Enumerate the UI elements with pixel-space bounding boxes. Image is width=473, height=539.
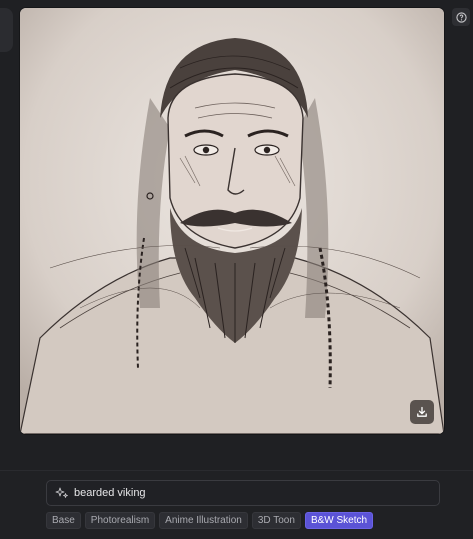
viking-sketch-image [20, 8, 444, 434]
style-chip-anime-illustration[interactable]: Anime Illustration [159, 512, 248, 529]
style-chips: Base Photorealism Anime Illustration 3D … [46, 512, 374, 529]
prompt-input[interactable] [74, 487, 414, 499]
style-chip-base[interactable]: Base [46, 512, 81, 529]
app-window: Base Photorealism Anime Illustration 3D … [0, 0, 473, 539]
help-icon [455, 11, 467, 23]
style-chip-photorealism[interactable]: Photorealism [84, 512, 156, 529]
sparkle-icon [55, 487, 68, 498]
style-chip-bw-sketch[interactable]: B&W Sketch [304, 512, 374, 529]
generated-image[interactable] [20, 8, 444, 434]
side-panel-tab[interactable] [0, 8, 13, 52]
download-button[interactable] [410, 400, 434, 424]
download-icon [417, 406, 427, 417]
help-button[interactable] [452, 8, 470, 26]
prompt-field[interactable] [46, 480, 440, 506]
style-chip-3d-toon[interactable]: 3D Toon [251, 512, 301, 529]
